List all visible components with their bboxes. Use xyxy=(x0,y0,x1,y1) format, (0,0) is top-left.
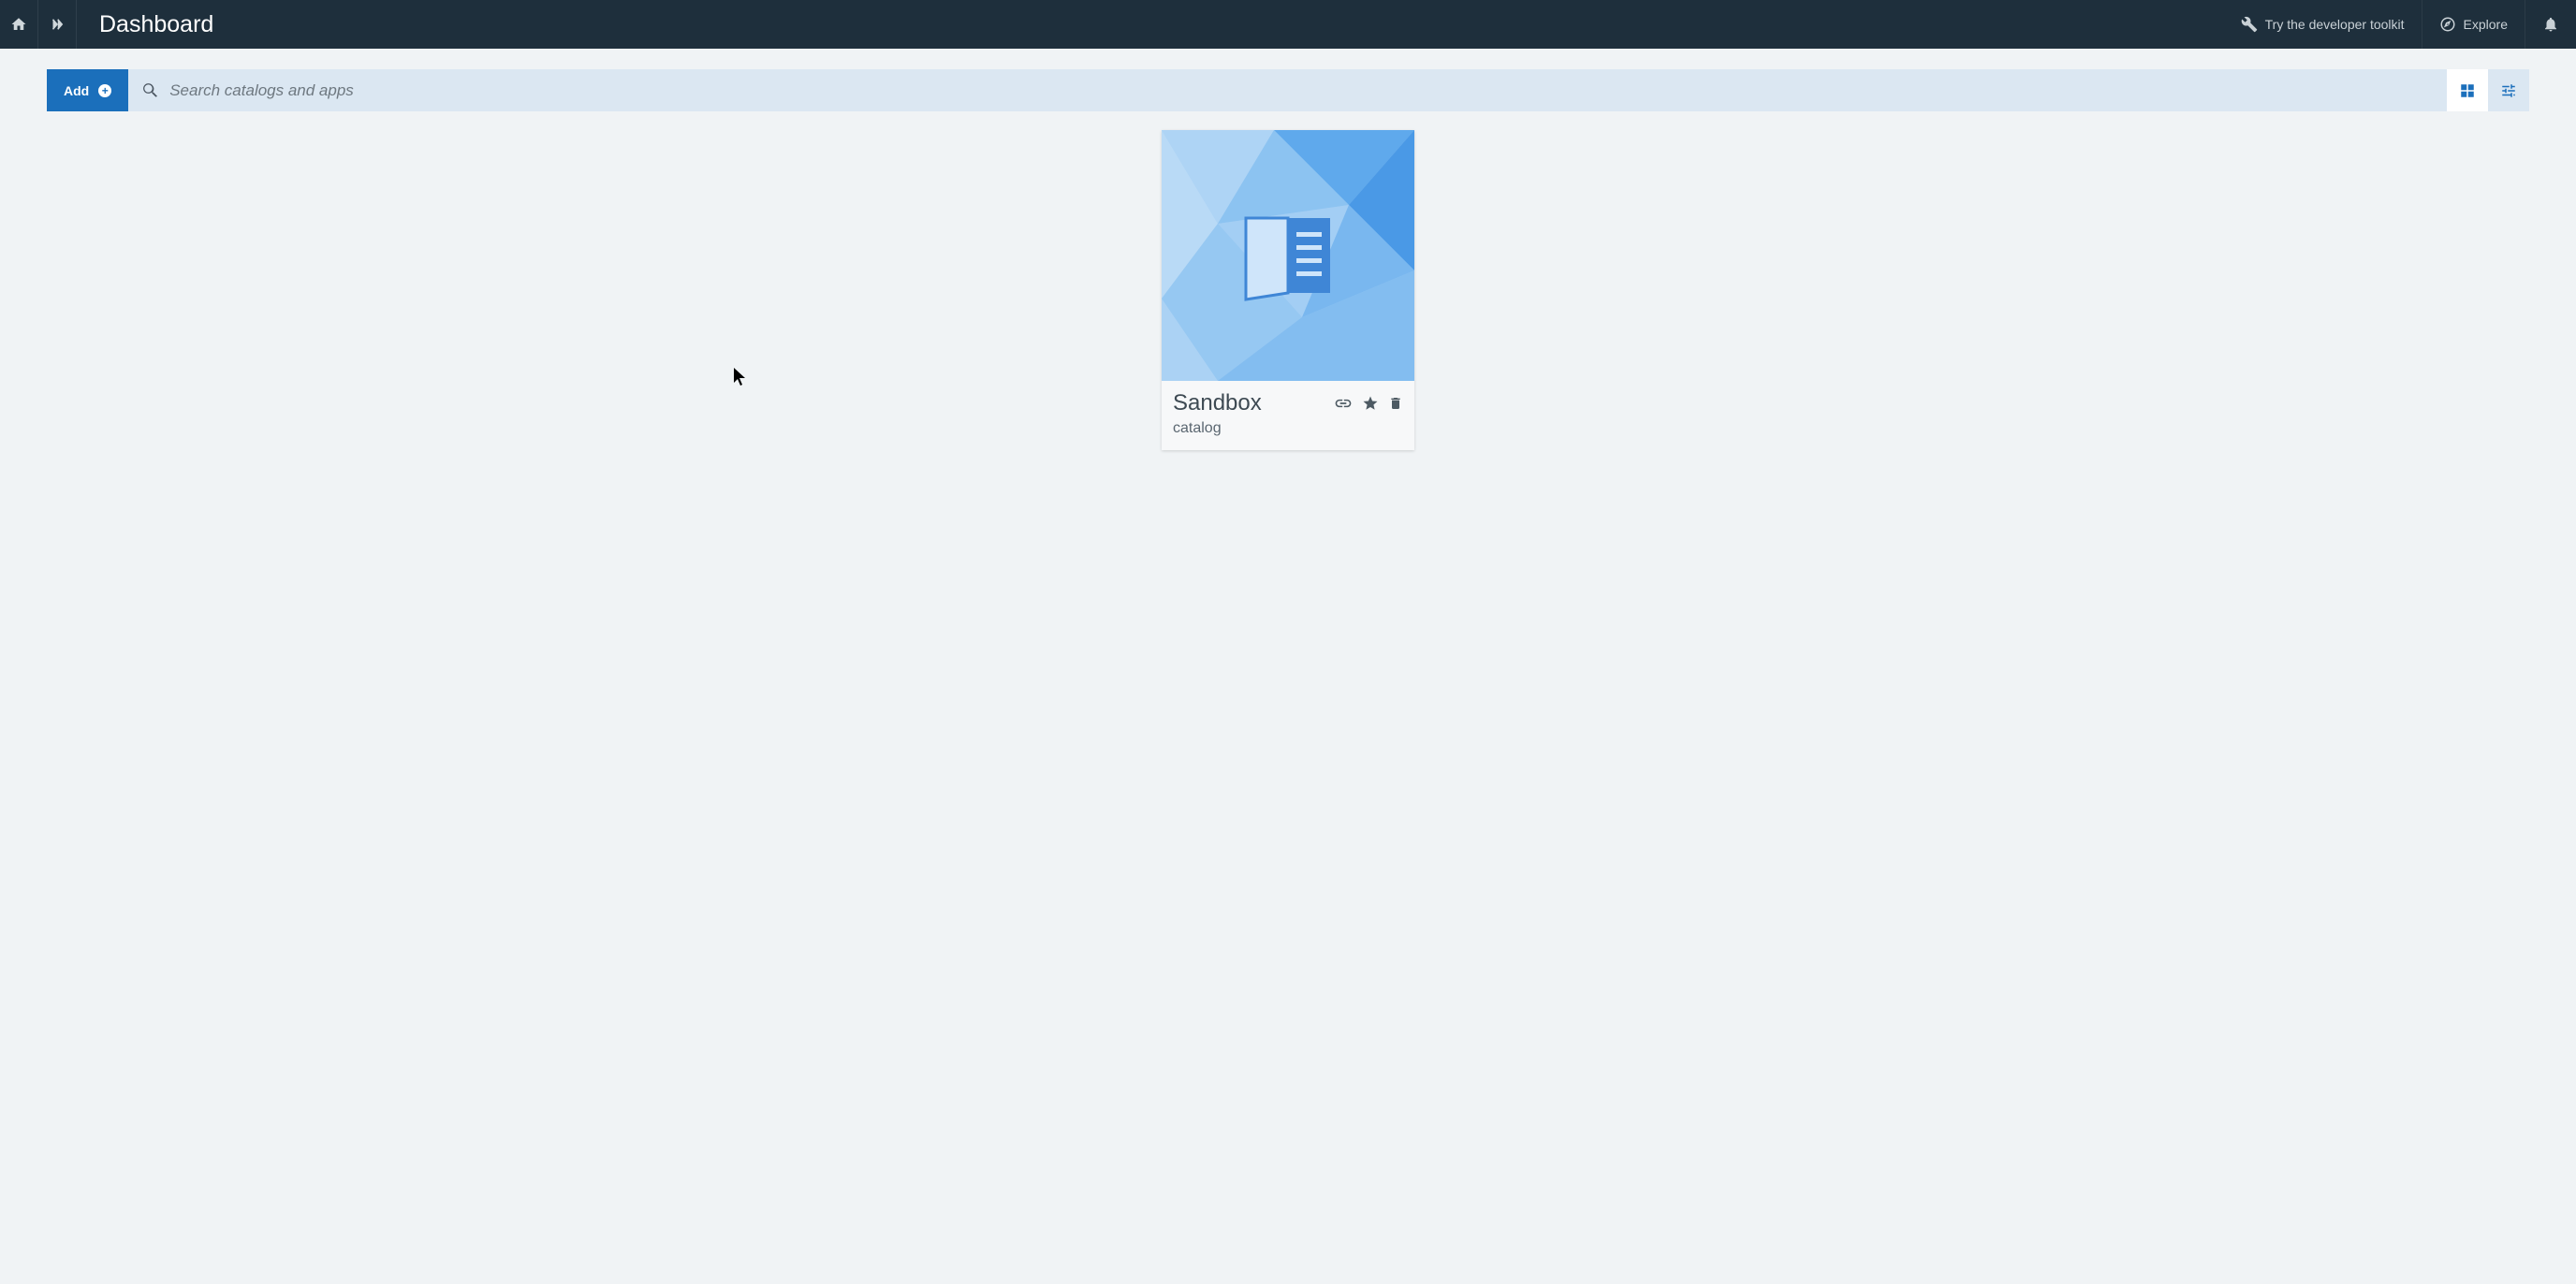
toolbar-wrap: Add + xyxy=(0,49,2576,111)
home-icon xyxy=(10,16,27,33)
nav-left: Dashboard xyxy=(0,0,213,49)
grid-view-button[interactable] xyxy=(2447,69,2488,111)
add-button-label: Add xyxy=(64,83,89,98)
try-toolkit-label: Try the developer toolkit xyxy=(2265,17,2405,32)
expand-sidebar-button[interactable] xyxy=(38,0,76,49)
add-button[interactable]: Add + xyxy=(47,69,128,111)
search-input[interactable] xyxy=(169,81,2434,100)
star-icon[interactable] xyxy=(1362,395,1379,412)
explore-button[interactable]: Explore xyxy=(2422,0,2525,49)
card-body: Sandbox catalog xyxy=(1162,381,1414,450)
home-button[interactable] xyxy=(0,0,37,49)
card-subtitle: catalog xyxy=(1173,420,1403,437)
grid-icon xyxy=(2459,82,2476,99)
sliders-icon xyxy=(2500,82,2517,99)
wrench-icon xyxy=(2241,16,2258,33)
book-icon xyxy=(1237,204,1339,307)
search-area xyxy=(128,69,2447,111)
bell-icon xyxy=(2542,16,2559,33)
catalog-card[interactable]: Sandbox catalog xyxy=(1162,130,1414,450)
search-icon xyxy=(141,81,160,100)
navbar: Dashboard Try the developer toolkit Expl… xyxy=(0,0,2576,49)
link-icon[interactable] xyxy=(1334,397,1353,410)
content-area: Sandbox catalog xyxy=(0,111,2576,469)
view-toggle xyxy=(2447,69,2529,111)
settings-view-button[interactable] xyxy=(2488,69,2529,111)
plus-circle-icon: + xyxy=(98,84,111,97)
card-actions xyxy=(1334,395,1403,412)
book-icon-wrap xyxy=(1162,130,1414,381)
card-thumbnail xyxy=(1162,130,1414,381)
card-title-row: Sandbox xyxy=(1173,390,1403,416)
toolbar: Add + xyxy=(47,69,2529,111)
page-title: Dashboard xyxy=(77,11,213,38)
explore-label: Explore xyxy=(2464,17,2508,32)
compass-icon xyxy=(2439,16,2456,33)
card-title: Sandbox xyxy=(1173,390,1262,416)
trash-icon[interactable] xyxy=(1388,395,1403,412)
try-toolkit-button[interactable]: Try the developer toolkit xyxy=(2224,0,2422,49)
nav-right: Try the developer toolkit Explore xyxy=(2224,0,2576,49)
notifications-button[interactable] xyxy=(2525,0,2576,49)
chevron-double-right-icon xyxy=(49,16,66,33)
